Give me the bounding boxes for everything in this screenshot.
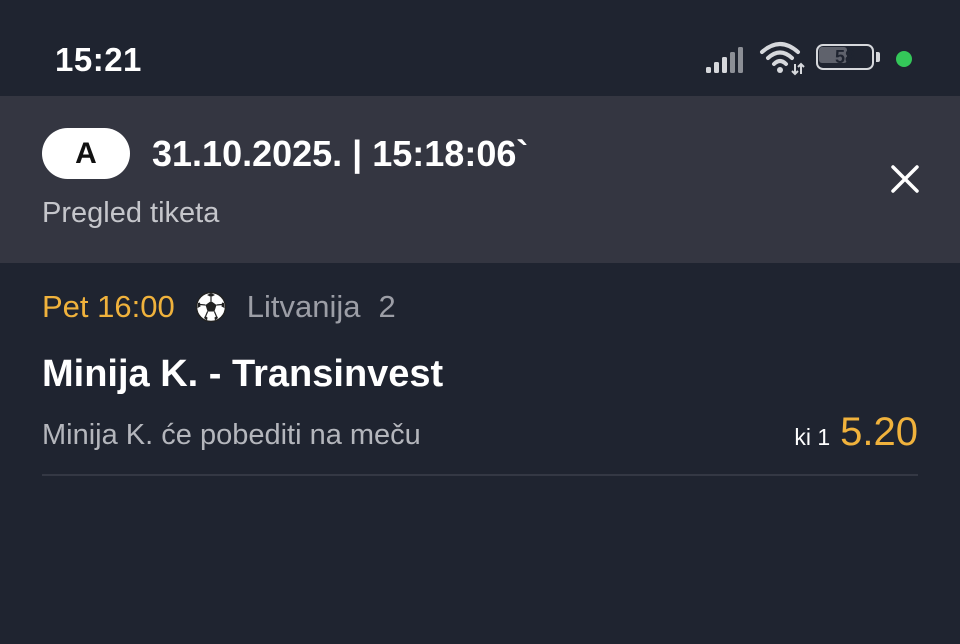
status-time: 15:21	[55, 41, 142, 78]
match-name: Minija K. - Transinvest	[42, 353, 444, 395]
soccer-ball-icon	[195, 291, 226, 323]
ticket-header: A 31.10.2025. | 15:18:06` Pregled tiketa	[0, 96, 960, 263]
match-time: Pet 16:00	[42, 289, 175, 324]
ticket-datetime: 31.10.2025. | 15:18:06`	[152, 133, 529, 174]
signal-icon	[706, 47, 743, 73]
battery-icon: 58	[816, 44, 882, 74]
odds-value: 5.20	[840, 410, 918, 454]
league-round: 2	[378, 289, 396, 324]
battery-level: 58	[834, 47, 856, 67]
status-dot	[896, 51, 912, 67]
bet-item[interactable]: Pet 16:00 Litvanija 2 Minija K. - Transi…	[0, 263, 960, 483]
status-bar: 15:21 58	[0, 0, 960, 96]
ticket-type-badge: A	[42, 128, 130, 179]
odds-label: ki 1	[794, 424, 831, 450]
bet-selection: Minija K. će pobediti na meču	[42, 419, 421, 451]
ticket-subtitle: Pregled tiketa	[42, 197, 220, 229]
league-name: Litvanija	[246, 289, 361, 324]
wifi-icon	[760, 42, 805, 76]
close-icon[interactable]	[882, 156, 928, 202]
divider	[42, 474, 918, 476]
bet-meta: Pet 16:00 Litvanija 2	[42, 288, 396, 326]
odds-group: ki 1 5.20	[794, 409, 918, 455]
